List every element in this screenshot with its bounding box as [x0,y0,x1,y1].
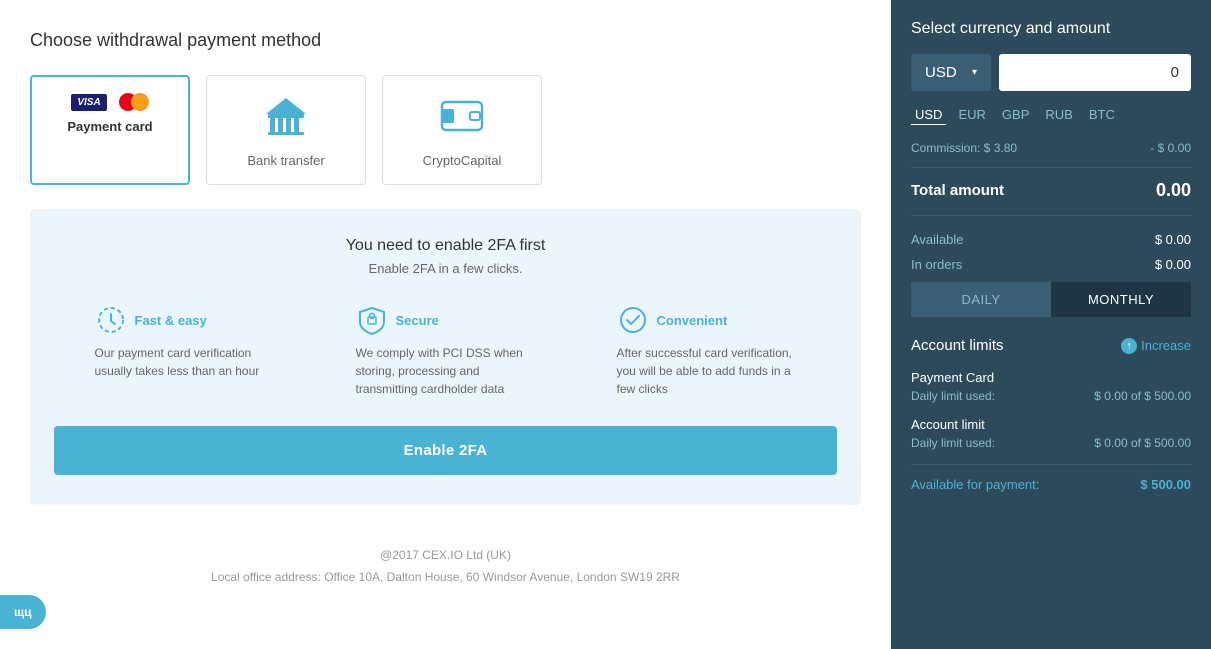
chat-bubble-label: щц [14,605,32,619]
available-label: Available [911,232,964,247]
limit-section-payment-card: Payment Card Daily limit used: $ 0.00 of… [911,370,1191,403]
feature-convenient-desc: After successful card verification, you … [617,344,797,398]
right-panel: Select currency and amount USD ▾ USD EUR… [891,0,1211,649]
left-panel: Choose withdrawal payment method VISA Pa… [0,0,891,649]
feature-fast-desc: Our payment card verification usually ta… [95,344,275,380]
available-payment-row: Available for payment: $ 500.00 [911,464,1191,492]
commission-value: - $ 0.00 [1150,141,1191,155]
account-limit-label: Daily limit used: [911,436,995,450]
twofa-title: You need to enable 2FA first [54,237,837,255]
bank-transfer-label: Bank transfer [247,153,324,168]
currency-tab-usd[interactable]: USD [911,105,946,125]
chevron-down-icon: ▾ [972,67,977,78]
currency-tab-btc[interactable]: BTC [1085,105,1119,125]
feature-convenient: Convenient After successful card verific… [617,304,797,398]
available-value: $ 0.00 [1155,232,1191,247]
feature-secure-title: Secure [396,313,439,328]
in-orders-row: In orders $ 0.00 [911,257,1191,272]
commission-row: Commission: $ 3.80 - $ 0.00 [911,141,1191,168]
shield-icon [356,304,388,336]
amount-input[interactable] [1011,64,1179,81]
account-limits-header: Account limits ↑ Increase [911,337,1191,354]
card-icons: VISA [71,93,148,111]
right-panel-title: Select currency and amount [911,20,1191,38]
period-tab-monthly[interactable]: MONTHLY [1051,282,1191,317]
amount-input-box [999,54,1191,91]
page-title: Choose withdrawal payment method [30,30,861,51]
feature-fast-title: Fast & easy [135,313,207,328]
twofa-subtitle: Enable 2FA in a few clicks. [54,261,837,276]
currency-tab-eur[interactable]: EUR [954,105,989,125]
currency-tab-gbp[interactable]: GBP [998,105,1033,125]
period-tabs: DAILY MONTHLY [911,282,1191,317]
selected-currency: USD [925,64,957,81]
increase-icon: ↑ [1121,338,1137,354]
currency-select[interactable]: USD ▾ [911,54,991,91]
payment-methods: VISA Payment card [30,75,861,185]
payment-card-label: Payment card [67,119,152,134]
payment-card-limit-label: Daily limit used: [911,389,995,403]
check-circle-icon [617,304,649,336]
account-limit-row: Daily limit used: $ 0.00 of $ 500.00 [911,436,1191,450]
crypto-icon [438,92,486,145]
period-tab-daily[interactable]: DAILY [911,282,1051,317]
account-limits-title: Account limits [911,337,1004,354]
in-orders-value: $ 0.00 [1155,257,1191,272]
currency-tabs: USD EUR GBP RUB BTC [911,105,1191,125]
total-label: Total amount [911,182,1004,199]
feature-secure-desc: We comply with PCI DSS when storing, pro… [356,344,536,398]
available-payment-value: $ 500.00 [1140,477,1191,492]
mastercard-icon [113,93,149,111]
limit-section-account: Account limit Daily limit used: $ 0.00 o… [911,417,1191,450]
footer-line1: @2017 CEX.IO Ltd (UK) [30,545,861,567]
available-row: Available $ 0.00 [911,232,1191,247]
account-limit-value: $ 0.00 of $ 500.00 [1094,436,1191,450]
twofa-box: You need to enable 2FA first Enable 2FA … [30,209,861,505]
payment-card-limit-row: Daily limit used: $ 0.00 of $ 500.00 [911,389,1191,403]
bank-icon [262,92,310,145]
commission-label: Commission: $ 3.80 [911,141,1017,155]
available-payment-label: Available for payment: [911,477,1039,492]
clock-icon [95,304,127,336]
footer-line2: Local office address: Office 10A, Dalton… [30,567,861,589]
currency-row: USD ▾ [911,54,1191,91]
feature-fast: Fast & easy Our payment card verificatio… [95,304,275,398]
total-row: Total amount 0.00 [911,180,1191,216]
payment-card-limit-value: $ 0.00 of $ 500.00 [1094,389,1191,403]
payment-method-card[interactable]: VISA Payment card [30,75,190,185]
increase-label: Increase [1141,338,1191,353]
payment-card-limit-name: Payment Card [911,370,1191,385]
in-orders-label: In orders [911,257,962,272]
currency-tab-rub[interactable]: RUB [1041,105,1076,125]
account-limit-name: Account limit [911,417,1191,432]
feature-convenient-title: Convenient [657,313,728,328]
crypto-capital-label: CryptoCapital [423,153,502,168]
total-value: 0.00 [1156,180,1191,201]
chat-bubble[interactable]: щц [0,595,46,629]
increase-button[interactable]: ↑ Increase [1121,338,1191,354]
payment-method-bank[interactable]: Bank transfer [206,75,366,185]
feature-secure: Secure We comply with PCI DSS when stori… [356,304,536,398]
visa-icon: VISA [71,94,106,111]
footer: @2017 CEX.IO Ltd (UK) Local office addre… [30,545,861,588]
payment-method-crypto[interactable]: CryptoCapital [382,75,542,185]
twofa-features: Fast & easy Our payment card verificatio… [54,304,837,398]
enable-2fa-button[interactable]: Enable 2FA [54,426,837,475]
